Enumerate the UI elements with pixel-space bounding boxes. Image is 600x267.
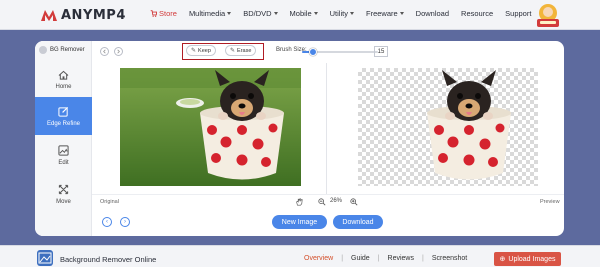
nav-item-label: BD/DVD xyxy=(243,9,272,18)
undo-icon xyxy=(103,49,106,54)
zoom-in-icon[interactable] xyxy=(350,198,358,206)
sidebar-item-move[interactable]: Move xyxy=(35,175,92,213)
footer-link-overview[interactable]: Overview xyxy=(304,255,333,262)
nav-item-label: Freeware xyxy=(365,9,398,18)
nav-item-label: Multimedia xyxy=(188,9,226,18)
upload-label: Upload Images xyxy=(508,255,556,263)
nav-item-bd-dvd[interactable]: BD/DVD xyxy=(243,9,278,18)
canvas-status-bar: Original 26% Preview xyxy=(92,194,564,208)
nav-item-mobile[interactable]: Mobile xyxy=(290,9,318,18)
link-separator: | xyxy=(421,255,424,262)
link-separator: | xyxy=(377,255,380,262)
brush-size-slider[interactable] xyxy=(302,48,378,56)
chevron-down-icon xyxy=(273,12,278,15)
sidebar-item-label: Move xyxy=(56,198,71,205)
footer-link-reviews[interactable]: Reviews xyxy=(388,255,414,262)
pane-divider xyxy=(326,63,327,194)
plus-icon: ⊕ xyxy=(499,256,506,263)
preview-image xyxy=(358,68,538,186)
pen-icon: ✎ xyxy=(230,48,236,54)
chevron-right-icon: › xyxy=(124,219,126,225)
footer-links: Overview | Guide | Reviews | Screenshot xyxy=(304,255,467,262)
nav-item-resource[interactable]: Resource xyxy=(461,9,493,18)
nav-item-store[interactable]: Store xyxy=(150,9,177,18)
brush-size-input[interactable]: 15 xyxy=(374,46,388,57)
brand-logo[interactable]: ANYMP4 xyxy=(40,6,126,24)
chevron-left-icon: ‹ xyxy=(106,219,108,225)
logo-mark-icon xyxy=(41,10,57,21)
sidebar-title: BG Remover xyxy=(50,46,85,53)
nav-item-label: Mobile xyxy=(289,9,312,18)
nav-item-label: Store xyxy=(159,9,177,18)
zoom-level: 26% xyxy=(330,198,343,204)
sidebar-item-home[interactable]: Home xyxy=(35,61,92,99)
footer-link-screenshot[interactable]: Screenshot xyxy=(432,255,467,262)
promo-badge-icon[interactable] xyxy=(534,2,562,28)
redo-button[interactable] xyxy=(114,47,123,56)
nav-item-label: Support xyxy=(505,9,532,18)
nav-item-multimedia[interactable]: Multimedia xyxy=(188,9,232,18)
sidebar: BG Remover Home Edge Refine Edit Move xyxy=(35,41,92,236)
nav-item-freeware[interactable]: Freeware xyxy=(366,9,404,18)
erase-button[interactable]: ✎ Erase xyxy=(225,45,257,56)
nav-item-label: Utility xyxy=(329,9,348,18)
previous-button[interactable]: ‹ xyxy=(102,217,112,227)
brand-name: ANYMP4 xyxy=(61,7,126,23)
chevron-down-icon xyxy=(313,12,318,15)
redo-icon xyxy=(117,49,120,54)
nav-item-download[interactable]: Download xyxy=(416,9,449,18)
app-dot-icon xyxy=(39,45,47,54)
puppy-in-cup-photo xyxy=(120,68,301,186)
original-image xyxy=(120,68,301,186)
hand-pan-icon[interactable] xyxy=(295,198,303,206)
sidebar-item-label: Home xyxy=(55,84,72,90)
sidebar-item-label: Edge Refine xyxy=(46,120,81,127)
sidebar-item-edge-refine[interactable]: Edge Refine xyxy=(35,97,92,135)
move-arrows-icon xyxy=(58,184,69,194)
home-icon xyxy=(58,70,69,80)
nav-item-label: Download xyxy=(415,9,450,18)
sidebar-item-label: Edit xyxy=(58,159,69,166)
main-menu: Store Multimedia BD/DVD Mobile Utility F… xyxy=(150,9,543,18)
link-separator: | xyxy=(341,255,344,262)
original-label: Original xyxy=(100,199,119,205)
footer-link-guide[interactable]: Guide xyxy=(351,255,370,262)
keep-button[interactable]: ✎ Keep xyxy=(186,45,216,56)
next-button[interactable]: › xyxy=(120,217,130,227)
keep-label: Keep xyxy=(198,47,211,54)
new-image-button[interactable]: New Image xyxy=(272,215,327,229)
upload-images-button[interactable]: ⊕ Upload Images xyxy=(494,252,561,266)
brush-size-slider-thumb[interactable] xyxy=(309,48,317,56)
puppy-cutout-photo xyxy=(427,70,511,180)
chevron-down-icon xyxy=(349,12,354,15)
image-icon xyxy=(38,252,52,264)
image-edit-icon xyxy=(58,144,69,156)
sidebar-item-edit[interactable]: Edit xyxy=(35,136,92,174)
top-navigation-bar: ANYMP4 Store Multimedia BD/DVD Mobile Ut… xyxy=(0,0,600,30)
undo-button[interactable] xyxy=(100,47,109,56)
download-button[interactable]: Download xyxy=(333,215,383,229)
pen-icon: ✎ xyxy=(191,48,197,54)
chevron-down-icon xyxy=(399,12,404,15)
nav-item-utility[interactable]: Utility xyxy=(330,9,354,18)
footer-title: Background Remover Online xyxy=(60,255,157,264)
cart-icon xyxy=(150,10,157,17)
footer-bar: Background Remover Online Overview | Gui… xyxy=(0,245,600,267)
erase-label: Erase xyxy=(237,47,252,54)
nav-item-label: Resource xyxy=(461,9,494,18)
editor-toolbar: ✎ Keep ✎ Erase Brush Size: 15 xyxy=(92,41,564,63)
chevron-down-icon xyxy=(227,12,232,15)
edit-square-icon xyxy=(58,106,69,117)
app-icon xyxy=(37,250,53,266)
nav-item-support[interactable]: Support xyxy=(505,9,531,18)
sidebar-header: BG Remover xyxy=(35,41,92,58)
zoom-out-icon[interactable] xyxy=(318,198,326,206)
preview-label: Preview xyxy=(540,199,560,205)
editor-card: BG Remover Home Edge Refine Edit Move ✎ xyxy=(35,41,564,236)
